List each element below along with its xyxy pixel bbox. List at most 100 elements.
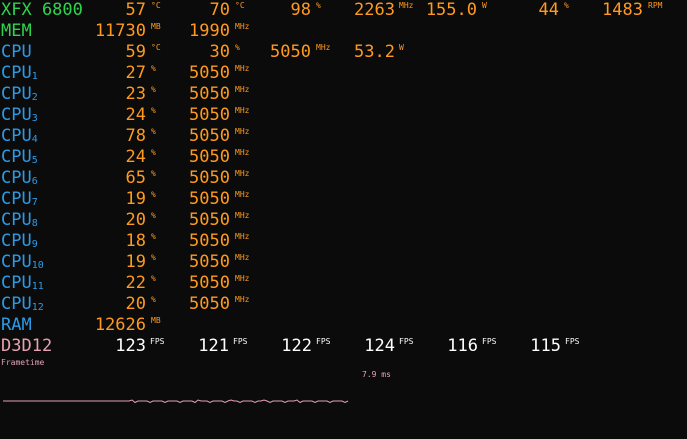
cpu-core-load: 78 (125, 126, 146, 146)
ram-used: 12626 (94, 315, 146, 335)
ram-used-unit: MB (151, 316, 161, 325)
cpu-core-load-unit: % (151, 253, 156, 262)
fps-unit: FPS (482, 337, 497, 346)
gpu-row: XFX 6800 57 °C 70 °C 98 % 2263 MHz 155.0… (0, 0, 687, 21)
cpu-core-load-unit: % (151, 232, 156, 241)
mem-clock-unit: MHz (235, 22, 250, 31)
cpu-core-clock: 5050 (189, 231, 230, 251)
cpu-core-clock: 5050 (189, 105, 230, 125)
gpu-clock: 2263 (354, 0, 395, 20)
gpu-fan-rpm: 1483 (602, 0, 643, 20)
cpu-core-load-unit: % (151, 127, 156, 136)
cpu-power-unit: W (399, 43, 404, 52)
fps-value: 121 (198, 336, 229, 356)
cpu-core-clock: 5050 (189, 189, 230, 209)
cpu-core-row: CPU5 24% 5050 MHz (0, 147, 687, 168)
cpu-core-row: CPU7 19% 5050 MHz (0, 189, 687, 210)
frametime-ms: 7.9 ms (362, 370, 391, 379)
ram-label: RAM (1, 315, 32, 335)
cpu-core-load-unit: % (151, 85, 156, 94)
cpu-core-load-unit: % (151, 169, 156, 178)
d3d-row: D3D12 123 FPS 121 FPS 122 FPS 124 FPS 116 FPS 115 F… (0, 336, 687, 357)
cpu-core-clock-unit: MHz (235, 85, 250, 94)
mem-row: MEM 11730 MB 1990 MHz (0, 21, 687, 42)
cpu-core-clock: 5050 (189, 273, 230, 293)
cpu-load-unit: % (235, 43, 240, 52)
cpu-core-clock-unit: MHz (235, 148, 250, 157)
fps-unit: FPS (233, 337, 248, 346)
fps-unit: FPS (565, 337, 580, 346)
cpu-core-clock-unit: MHz (235, 253, 250, 262)
cpu-core-row: CPU3 24% 5050 MHz (0, 105, 687, 126)
cpu-core-load-unit: % (151, 148, 156, 157)
cpu-core-load: 19 (125, 252, 146, 272)
cpu-core-clock-unit: MHz (235, 169, 250, 178)
fps-value: 115 (530, 336, 561, 356)
cpu-core-load-unit: % (151, 106, 156, 115)
cpu-load: 30 (209, 42, 230, 62)
cpu-core-clock-unit: MHz (235, 295, 250, 304)
cpu-core-row: CPU6 65% 5050 MHz (0, 168, 687, 189)
cpu-core-row: CPU2 23% 5050 MHz (0, 84, 687, 105)
cpu-core-clock: 5050 (189, 126, 230, 146)
cpu-core-clock: 5050 (189, 168, 230, 188)
cpu-core-clock: 5050 (189, 84, 230, 104)
fps-value: 123 (115, 336, 146, 356)
cpu-core-load: 18 (125, 231, 146, 251)
cpu-core-load: 22 (125, 273, 146, 293)
cpu-core-load-unit: % (151, 190, 156, 199)
cpu-core-load-unit: % (151, 211, 156, 220)
fps-unit: FPS (399, 337, 414, 346)
frametime-line (3, 399, 349, 404)
cpu-core-row: CPU8 20% 5050 MHz (0, 210, 687, 231)
cpu-core-clock-unit: MHz (235, 211, 250, 220)
cpu-core-load: 24 (125, 147, 146, 167)
frametime-graph (3, 399, 349, 404)
gpu-fan-rpm-unit: RPM (648, 1, 663, 10)
mem-used-unit: MB (151, 22, 161, 31)
mem-clock: 1990 (189, 21, 230, 41)
ram-row: RAM 12626 MB (0, 315, 687, 336)
cpu-core-clock: 5050 (189, 294, 230, 314)
fps-value: 124 (364, 336, 395, 356)
cpu-core-load-unit: % (151, 295, 156, 304)
gpu-fan-pct: 44 (538, 0, 559, 20)
cpu-core-load-unit: % (151, 64, 156, 73)
cpu-core-load: 23 (125, 84, 146, 104)
fps-unit: FPS (150, 337, 165, 346)
gpu-hotspot-unit: °C (235, 1, 245, 10)
cpu-core-clock-unit: MHz (235, 274, 250, 283)
cpu-core-load: 20 (125, 294, 146, 314)
gpu-label: XFX 6800 (1, 0, 83, 20)
cpu-core-load: 20 (125, 210, 146, 230)
cpu-core-row: CPU12 20% 5050 MHz (0, 294, 687, 315)
cpu-core-row: CPU10 19% 5050 MHz (0, 252, 687, 273)
cpu-core-clock-unit: MHz (235, 232, 250, 241)
cpu-core-load: 27 (125, 63, 146, 83)
cpu-core-clock-unit: MHz (235, 127, 250, 136)
gpu-fan-pct-unit: % (564, 1, 569, 10)
cpu-core-load: 19 (125, 189, 146, 209)
cpu-core-load-unit: % (151, 274, 156, 283)
cpu-core-row: CPU4 78% 5050 MHz (0, 126, 687, 147)
cpu-label: CPU (1, 42, 32, 62)
cpu-core-clock: 5050 (189, 252, 230, 272)
fps-unit: FPS (316, 337, 331, 346)
cpu-core-row: CPU1 27% 5050 MHz (0, 63, 687, 84)
cpu-clock-unit: MHz (316, 43, 331, 52)
d3d-label: D3D12 (1, 336, 53, 356)
mem-label: MEM (1, 21, 32, 41)
cpu-row: CPU 59 °C 30 % 5050 MHz 53.2 W (0, 42, 687, 63)
cpu-core-load: 65 (125, 168, 146, 188)
gpu-temp: 57 (125, 0, 146, 20)
frametime-label: Frametime (1, 358, 45, 367)
cpu-core-clock: 5050 (189, 210, 230, 230)
gpu-clock-unit: MHz (399, 1, 414, 10)
cpu-core-clock-unit: MHz (235, 64, 250, 73)
cpu-core-clock: 5050 (189, 147, 230, 167)
cpu-temp: 59 (125, 42, 146, 62)
cpu-power: 53.2 (354, 42, 395, 62)
fps-value: 116 (447, 336, 478, 356)
cpu-core-row: CPU11 22% 5050 MHz (0, 273, 687, 294)
cpu-core-clock: 5050 (189, 63, 230, 83)
